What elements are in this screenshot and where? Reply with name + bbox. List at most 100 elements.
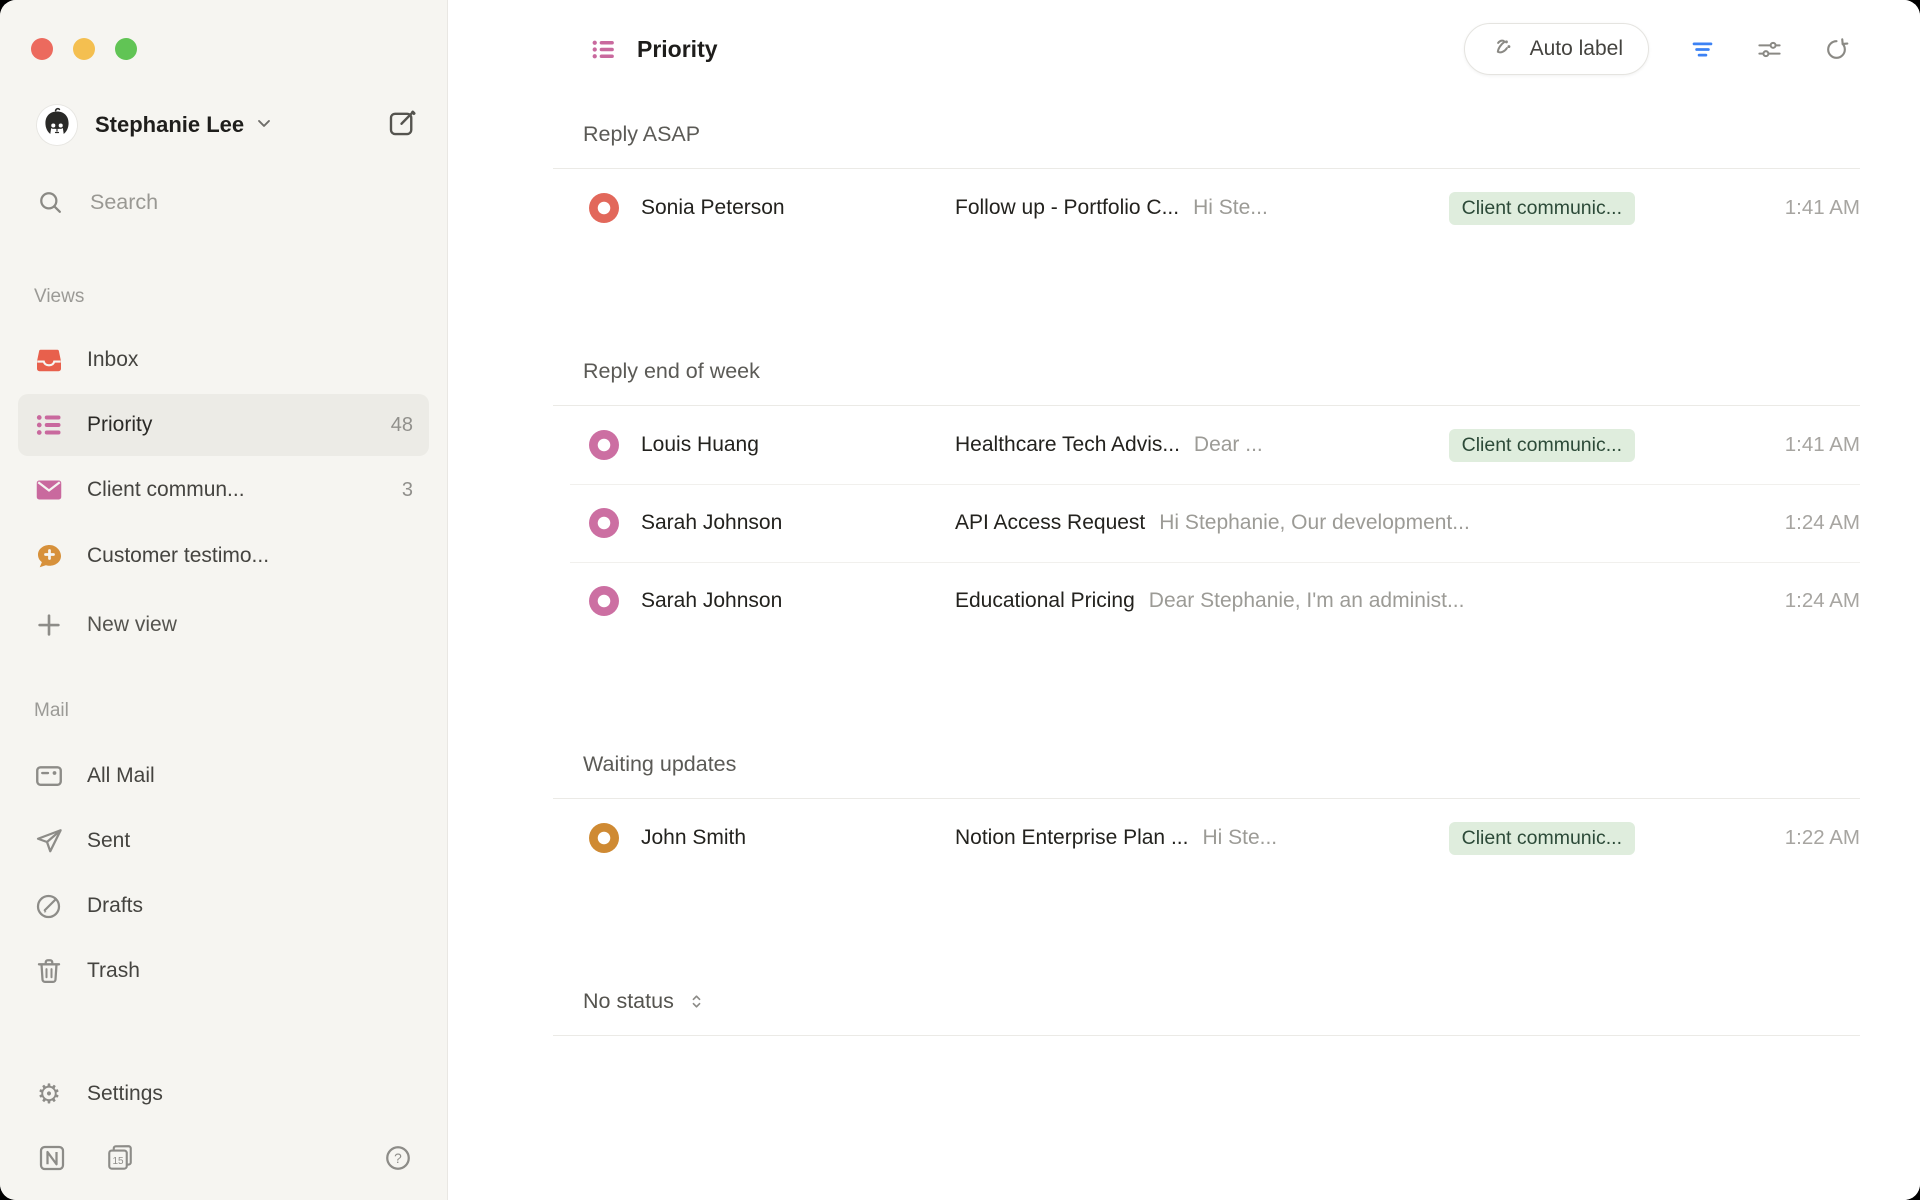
group-title[interactable]: Reply ASAP	[553, 98, 1860, 169]
view-options-icon[interactable]	[1756, 36, 1783, 63]
sidebar-item-sent[interactable]: Sent	[18, 810, 429, 872]
sidebar-item-client-communication[interactable]: Client commun... 3	[18, 459, 429, 521]
email-sender: Sarah Johnson	[641, 511, 955, 535]
sidebar-item-label: Customer testimo...	[87, 544, 269, 568]
group-no-status: No status	[553, 965, 1860, 1036]
new-view-button[interactable]: New view	[18, 594, 429, 656]
sidebar-item-label: Inbox	[87, 348, 138, 372]
traffic-lights	[31, 38, 137, 60]
label-badge[interactable]: Client communic...	[1449, 822, 1635, 855]
all-mail-icon	[34, 761, 64, 791]
sender-avatar	[589, 193, 619, 223]
zoom-button[interactable]	[115, 38, 137, 60]
search-input[interactable]: Search	[37, 182, 417, 222]
sidebar-item-label: Client commun...	[87, 478, 245, 502]
help-icon[interactable]: ?	[383, 1143, 413, 1178]
sidebar-item-all-mail[interactable]: All Mail	[18, 745, 429, 807]
email-time: 1:41 AM	[1710, 196, 1860, 220]
compose-icon[interactable]	[387, 108, 417, 143]
close-button[interactable]	[31, 38, 53, 60]
profile-name: Stephanie Lee	[95, 112, 244, 138]
email-preview: Hi Stephanie, Our development...	[1159, 511, 1710, 535]
refresh-icon[interactable]	[1823, 36, 1850, 63]
gear-icon: ⚙	[34, 1079, 64, 1109]
email-sender: Sonia Peterson	[641, 196, 955, 220]
svg-text:15: 15	[112, 1156, 124, 1167]
email-time: 1:41 AM	[1710, 433, 1860, 457]
chevron-down-icon	[254, 113, 274, 138]
sidebar-item-label: All Mail	[87, 764, 155, 788]
notion-logo-icon[interactable]	[37, 1143, 67, 1178]
email-row[interactable]: John Smith Notion Enterprise Plan ... Hi…	[553, 799, 1860, 877]
email-preview: Dear Stephanie, I'm an administ...	[1149, 589, 1710, 613]
sidebar-item-inbox[interactable]: Inbox	[18, 329, 429, 391]
priority-list-icon	[34, 410, 64, 440]
views-section-label: Views	[34, 286, 84, 308]
chat-plus-icon	[34, 541, 64, 571]
email-subject: Follow up - Portfolio C...	[955, 196, 1179, 220]
email-sender: John Smith	[641, 826, 955, 850]
draft-icon	[34, 891, 64, 921]
mail-section-label: Mail	[34, 700, 69, 722]
sender-avatar	[589, 586, 619, 616]
email-preview: Hi Ste...	[1202, 826, 1428, 850]
page-title: Priority	[590, 36, 718, 63]
email-row[interactable]: Louis Huang Healthcare Tech Advis... Dea…	[553, 406, 1860, 484]
plus-icon	[34, 610, 64, 640]
auto-label-icon	[1490, 36, 1517, 63]
count-badge: 48	[391, 414, 413, 437]
sidebar-item-label: Drafts	[87, 894, 143, 918]
filter-icon[interactable]	[1689, 36, 1716, 63]
group-reply-asap: Reply ASAP Sonia Peterson Follow up - Po…	[553, 98, 1860, 247]
sender-avatar	[589, 508, 619, 538]
notion-calendar-icon[interactable]: 15	[105, 1143, 135, 1178]
auto-label-button[interactable]: Auto label	[1464, 23, 1649, 75]
search-icon	[37, 189, 64, 216]
email-subject: Educational Pricing	[955, 589, 1135, 613]
email-time: 1:22 AM	[1710, 826, 1860, 850]
envelope-icon	[34, 475, 64, 505]
sidebar-item-priority[interactable]: Priority 48	[18, 394, 429, 456]
email-list: Reply ASAP Sonia Peterson Follow up - Po…	[448, 98, 1920, 1124]
email-time: 1:24 AM	[1710, 511, 1860, 535]
email-subject: API Access Request	[955, 511, 1145, 535]
group-title[interactable]: Reply end of week	[553, 335, 1860, 406]
sender-avatar	[589, 823, 619, 853]
collapse-toggle-icon[interactable]	[686, 991, 707, 1012]
sidebar-item-settings[interactable]: ⚙ Settings	[18, 1063, 429, 1125]
group-reply-end-of-week: Reply end of week Louis Huang Healthcare…	[553, 335, 1860, 640]
account-switcher[interactable]: Stephanie Lee	[37, 104, 417, 146]
main-panel: Priority Auto label	[448, 0, 1920, 1200]
trash-icon	[34, 956, 64, 986]
email-subject: Healthcare Tech Advis...	[955, 433, 1180, 457]
group-title[interactable]: Waiting updates	[553, 728, 1860, 799]
label-badge[interactable]: Client communic...	[1449, 429, 1635, 462]
sidebar-item-label: Priority	[87, 413, 152, 437]
sidebar-item-label: New view	[87, 613, 177, 637]
email-time: 1:24 AM	[1710, 589, 1860, 613]
mail-app-window: Stephanie Lee Search Views Inbox Priorit…	[0, 0, 1920, 1200]
minimize-button[interactable]	[73, 38, 95, 60]
sidebar-item-drafts[interactable]: Drafts	[18, 875, 429, 937]
priority-list-icon	[590, 36, 617, 63]
group-waiting-updates: Waiting updates John Smith Notion Enterp…	[553, 728, 1860, 877]
sidebar-footer: 15 ?	[37, 1143, 413, 1178]
email-row[interactable]: Sarah Johnson API Access Request Hi Step…	[553, 484, 1860, 562]
email-sender: Louis Huang	[641, 433, 955, 457]
sidebar-item-customer-testimonials[interactable]: Customer testimo...	[18, 525, 429, 587]
email-subject: Notion Enterprise Plan ...	[955, 826, 1188, 850]
search-label: Search	[90, 190, 158, 215]
sidebar-item-label: Sent	[87, 829, 130, 853]
no-status-label: No status	[583, 989, 674, 1014]
sidebar-item-trash[interactable]: Trash	[18, 940, 429, 1002]
email-sender: Sarah Johnson	[641, 589, 955, 613]
email-row[interactable]: Sonia Peterson Follow up - Portfolio C..…	[553, 169, 1860, 247]
no-status-header[interactable]: No status	[553, 965, 1860, 1036]
email-row[interactable]: Sarah Johnson Educational Pricing Dear S…	[553, 562, 1860, 640]
avatar	[37, 105, 77, 145]
send-icon	[34, 826, 64, 856]
label-badge[interactable]: Client communic...	[1449, 192, 1635, 225]
count-badge: 3	[402, 479, 413, 502]
auto-label-text: Auto label	[1530, 37, 1623, 61]
sidebar-item-label: Settings	[87, 1082, 163, 1106]
